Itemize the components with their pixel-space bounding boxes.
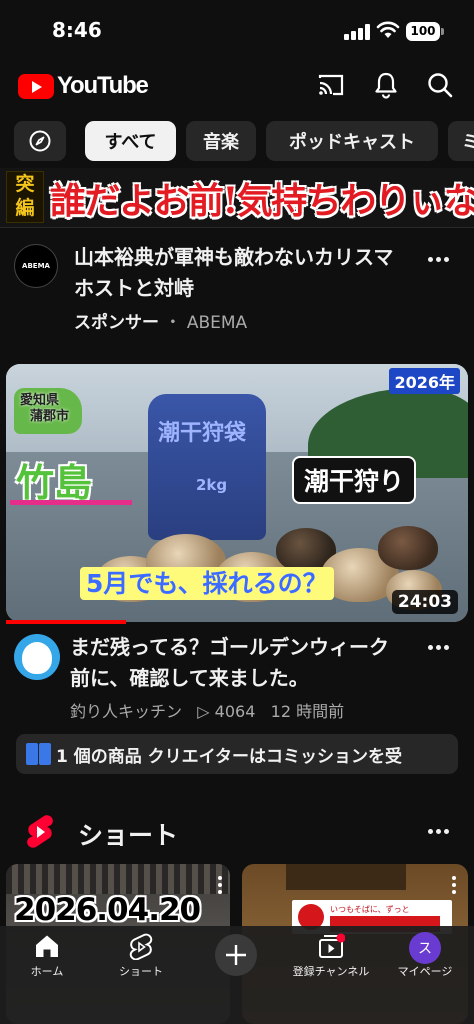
thumbnail-bag: 潮干狩袋 2kg [148,394,266,540]
nav-you-label: マイページ [397,965,453,978]
thumbnail-question-text: 5月でも、採れるの？ [80,567,334,600]
bottom-navigation-bar: ホーム ショート 登録チャンネル マイページ [0,926,474,1024]
bag-weight: 2kg [196,476,228,494]
nav-shorts-label: ショート [119,965,163,978]
short-more-options-icon[interactable] [218,876,223,896]
ad-banner-video[interactable]: 突編 誰だよお前!気持ちわりぃな! [0,168,474,228]
shorts-shelf-header: ショート [0,812,474,852]
video-thumbnail[interactable]: 潮干狩袋 2kg 2026年 愛知県 蒲郡市 竹島 潮干狩り 5月でも、採れるの… [6,364,468,622]
filter-chips-bar: すべて 音楽 ポッドキャスト ミ [0,121,474,161]
battery-indicator: 100 [406,22,440,41]
thumbnail-underline [10,500,132,505]
status-bar: 8:46 100 [0,0,474,62]
profile-avatar[interactable]: ス [409,932,441,964]
advertiser-avatar[interactable]: ABEMA [14,244,58,288]
shopping-text: 1 個の商品 クリエイターはコミッションを受 [56,746,402,767]
wifi-icon [376,21,400,38]
thumbnail-question: 5月でも、採れるの？ [80,564,334,600]
watch-progress-bar [6,620,126,624]
shorts-title: ショート [78,821,179,850]
ad-more-options-icon[interactable] [428,256,450,264]
thumbnail-city: 蒲郡市 [30,409,70,424]
plus-icon [226,945,246,965]
thumbnail-location-map: 愛知県 蒲郡市 [14,388,82,434]
notifications-bell-icon[interactable] [371,70,401,100]
explore-compass-button[interactable] [14,121,66,161]
ad-title[interactable]: 山本裕典が軍神も敵わないカリスマホストと対峙 [74,242,394,304]
advertiser-name: ABEMA [186,313,248,333]
bag-text: 潮干狩袋 [158,421,247,446]
compass-icon [29,130,51,152]
shopping-bag-icon [26,743,52,765]
youtube-play-icon [18,73,54,99]
video-title[interactable]: まだ残ってる？ゴールデンウィーク前に、確認して来ました。 [70,632,400,694]
nav-home[interactable]: ホーム [2,926,92,986]
nav-subscriptions[interactable]: 登録チャンネル [286,926,376,986]
ad-meta: スポンサー ・ ABEMA [74,308,247,333]
create-button[interactable] [215,934,257,976]
view-count: ▷ 4064 [197,702,256,721]
cellular-signal-icon [344,24,370,40]
video-more-options-icon[interactable] [428,644,450,652]
app-header: YouTube [0,62,474,108]
channel-name[interactable]: 釣り人キッチン [70,702,182,721]
nav-subscriptions-label: 登録チャンネル [292,965,370,978]
video-info-row[interactable]: まだ残ってる？ゴールデンウィーク前に、確認して来ました。 釣り人キッチン ▷ 4… [0,630,474,726]
video-meta: 釣り人キッチン ▷ 4064 12 時間前 [70,698,344,722]
upload-age: 12 時間前 [270,702,345,721]
youtube-logo[interactable]: YouTube [18,72,149,100]
short-overlay-text: いつもそばに、ずっと [330,905,410,914]
home-icon [36,935,58,957]
status-time: 8:46 [52,18,102,42]
short-overlay-text: 2026.04.20 [14,892,201,928]
short-thumb-grill [6,864,230,894]
sponsor-label: スポンサー [74,313,159,333]
nav-home-label: ホーム [30,965,64,978]
ad-banner-headline: 誰だよお前!気持ちわりぃな! [50,180,474,222]
video-duration: 24:03 [391,590,458,614]
thumbnail-year: 2026年 [389,368,460,394]
shorts-more-options-icon[interactable] [428,828,450,836]
chip-truncated[interactable]: ミ [448,121,474,161]
shorts-icon [129,933,153,960]
chip-podcast[interactable]: ポッドキャスト [266,121,438,161]
search-icon[interactable] [425,70,455,100]
short-more-options-icon[interactable] [452,876,457,896]
chip-all[interactable]: すべて [85,121,176,161]
shopping-products-banner[interactable]: 1 個の商品 クリエイターはコミッションを受 [16,734,458,774]
ad-banner-tag: 突編 [6,171,44,223]
thumbnail-activity: 潮干狩り [291,456,416,504]
logo-text: YouTube [57,72,149,99]
meta-separator: ・ [164,313,182,333]
subscriptions-icon [319,933,345,958]
shorts-logo-icon [27,815,53,848]
avatar-face [22,642,52,674]
nav-shorts[interactable]: ショート [96,926,186,986]
external-link-icon[interactable] [442,190,460,208]
cast-icon[interactable] [316,70,346,100]
thumbnail-prefecture: 愛知県 [20,393,60,408]
channel-avatar[interactable] [14,634,60,680]
short-thumb-shadow [286,864,406,890]
thumbnail-place: 竹島 [16,461,93,505]
battery-tip [441,28,444,35]
chip-music[interactable]: 音楽 [186,121,256,161]
sponsored-ad-row[interactable]: ABEMA 山本裕典が軍神も敵わないカリスマホストと対峙 スポンサー ・ ABE… [0,240,474,340]
